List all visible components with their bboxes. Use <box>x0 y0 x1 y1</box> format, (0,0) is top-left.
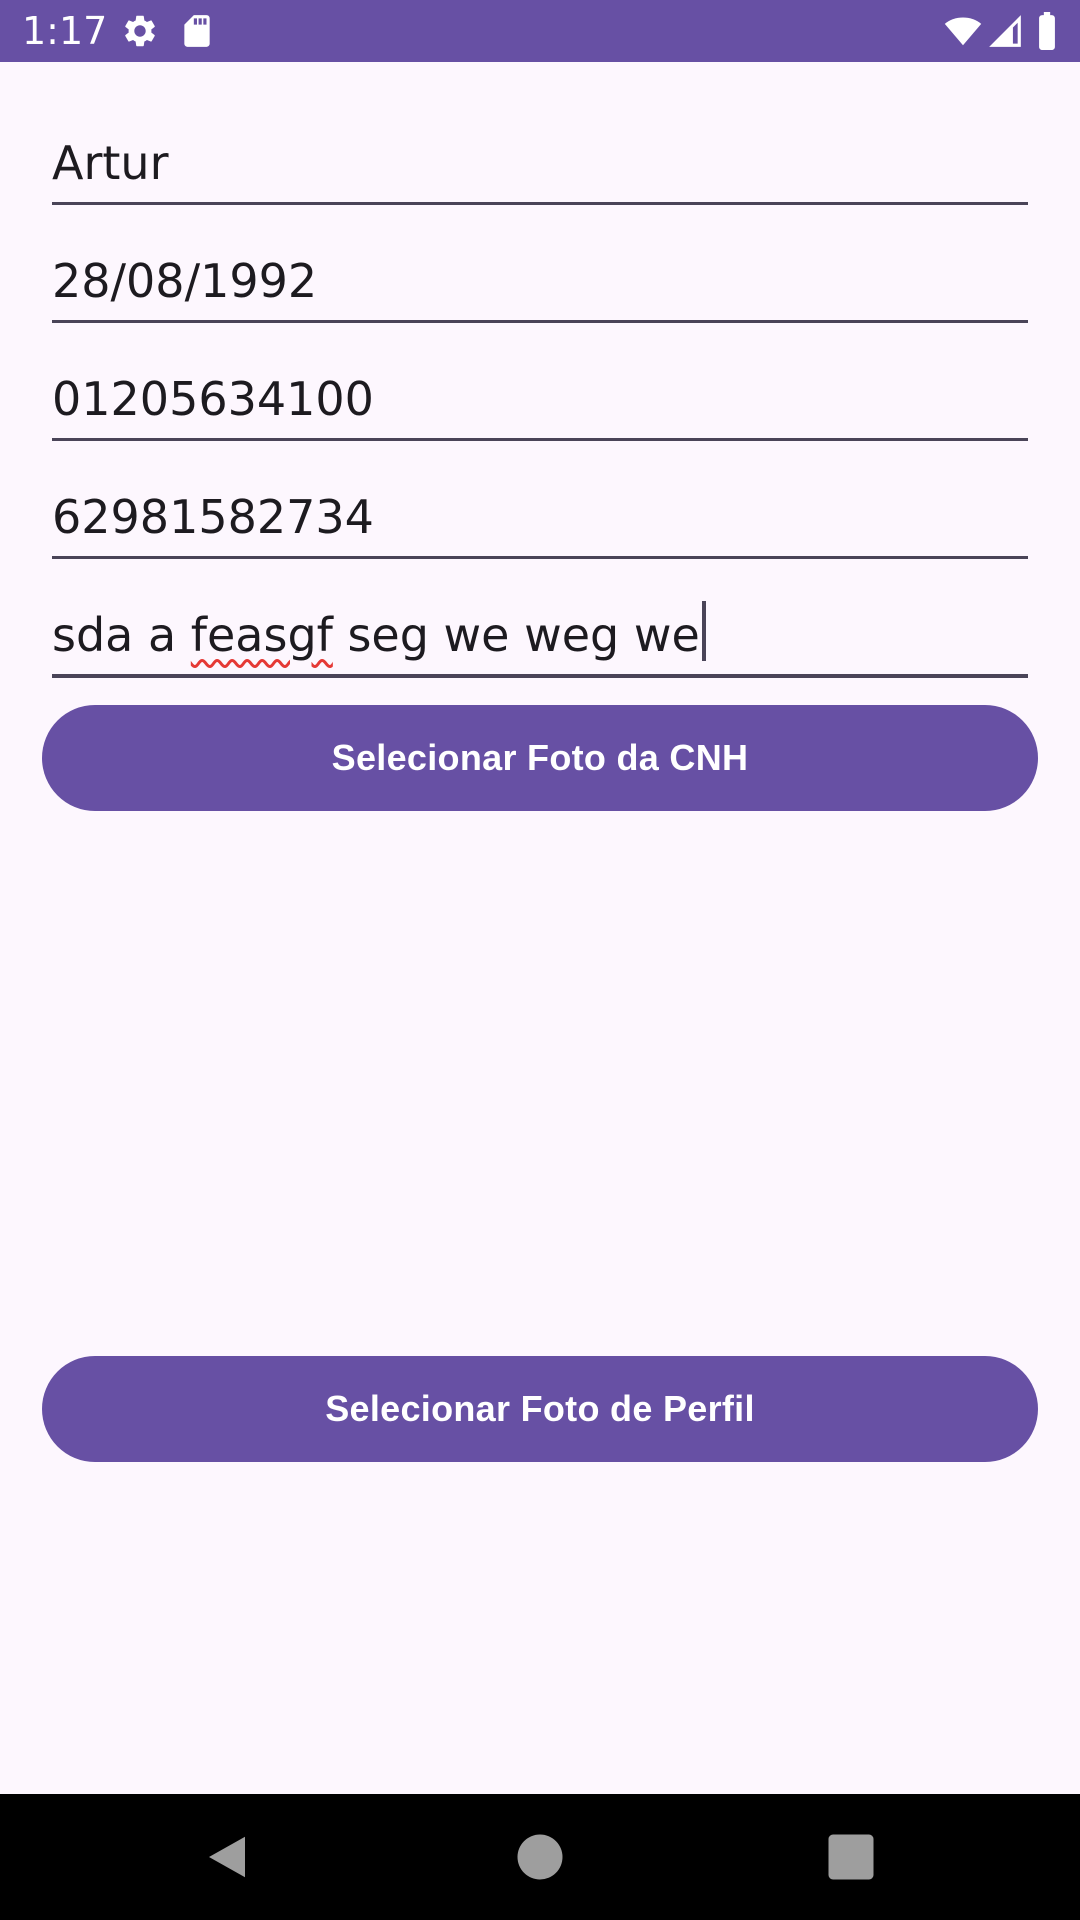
phone-field-value: 62981582734 <box>52 490 374 544</box>
birthdate-field-value: 28/08/1992 <box>52 254 318 308</box>
address-field[interactable]: sda a feasgf seg we weg we <box>52 601 1028 678</box>
address-field-value: sda a feasgf seg we weg we <box>52 601 706 662</box>
misspelled-word[interactable]: feasgf <box>191 608 333 662</box>
cpf-field[interactable]: 01205634100 <box>52 366 1028 441</box>
name-field-value: Artur <box>52 136 169 190</box>
home-icon[interactable] <box>513 1830 567 1884</box>
cpf-field-value: 01205634100 <box>52 372 374 426</box>
birthdate-field[interactable]: 28/08/1992 <box>52 248 1028 323</box>
back-icon[interactable] <box>200 1830 254 1884</box>
wifi-icon <box>944 12 982 50</box>
battery-icon <box>1032 12 1062 50</box>
signal-icon <box>986 12 1024 50</box>
status-bar: 1:17 <box>0 0 1080 62</box>
address-text-part2: seg we weg we <box>332 608 700 662</box>
status-time: 1:17 <box>22 9 108 53</box>
navigation-bar <box>0 1794 1080 1920</box>
address-text-part1: sda a <box>52 608 191 662</box>
recents-icon[interactable] <box>824 1830 878 1884</box>
gear-icon <box>121 12 159 50</box>
sd-card-icon <box>178 12 216 50</box>
select-profile-photo-button[interactable]: Selecionar Foto de Perfil <box>42 1356 1038 1462</box>
phone-field[interactable]: 62981582734 <box>52 484 1028 559</box>
text-cursor <box>701 601 706 661</box>
name-field[interactable]: Artur <box>52 130 1028 205</box>
select-cnh-photo-button[interactable]: Selecionar Foto da CNH <box>42 705 1038 811</box>
